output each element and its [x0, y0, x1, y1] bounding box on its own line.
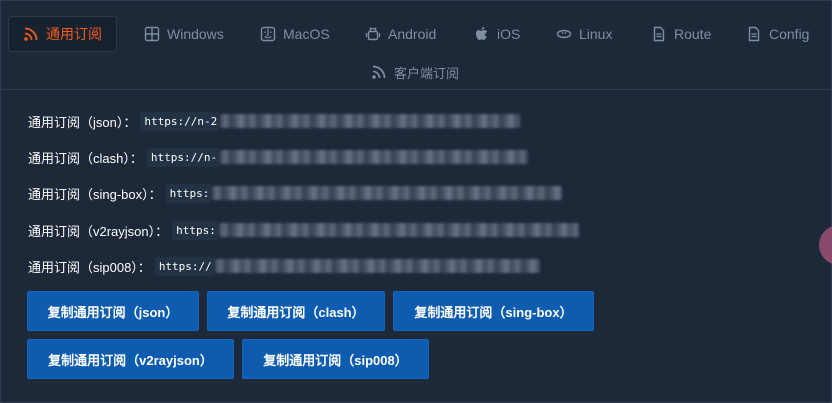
platform-tabs: 通用订阅 Windows MacOS Android iOS Linux Rou… — [1, 1, 832, 90]
subscription-panel: 通用订阅 Windows MacOS Android iOS Linux Rou… — [0, 0, 832, 403]
tab-client-subscription[interactable]: 客户端订阅 — [371, 59, 459, 85]
subscription-url[interactable]: https:// — [154, 256, 214, 276]
tab-config[interactable]: Config — [746, 16, 809, 52]
copy-sip008-button[interactable]: 复制通用订阅（sip008） — [242, 339, 429, 379]
redacted-url — [214, 259, 540, 273]
subscription-label: 通用订阅（sip008）： — [28, 259, 151, 275]
tab-ios[interactable]: iOS — [474, 16, 520, 52]
file-icon — [746, 26, 762, 42]
redacted-url — [212, 186, 563, 200]
copy-v2rayjson-button[interactable]: 复制通用订阅（v2rayjson） — [27, 339, 234, 379]
subscription-label: 通用订阅（json）： — [28, 114, 137, 130]
subscription-url[interactable]: https://n- — [146, 147, 220, 167]
subscription-url[interactable]: https://n-2 — [140, 111, 220, 131]
tab-linux[interactable]: Linux — [556, 16, 612, 52]
windows-icon — [144, 26, 160, 42]
tab-label: 通用订阅 — [46, 26, 102, 42]
tab-label: Android — [388, 26, 437, 42]
subscription-url[interactable]: https: — [172, 220, 218, 240]
redacted-url — [220, 150, 529, 164]
macos-icon — [260, 26, 276, 42]
subscription-row-json: 通用订阅（json）： https://n-2 — [28, 110, 521, 132]
tab-label: iOS — [497, 26, 521, 42]
redacted-url — [220, 114, 521, 128]
linux-icon — [556, 26, 572, 42]
tab-route[interactable]: Route — [651, 16, 711, 52]
subscription-row-v2rayjson: 通用订阅（v2rayjson）： https: — [28, 219, 579, 241]
tab-label: MacOS — [283, 26, 330, 42]
tab-universal[interactable]: 通用订阅 — [8, 16, 117, 52]
file-icon — [651, 26, 667, 42]
tab-label: Config — [769, 26, 810, 42]
floating-widget[interactable] — [819, 225, 832, 265]
apple-icon — [474, 26, 490, 42]
subscription-url[interactable]: https: — [165, 183, 212, 203]
tab-macos[interactable]: MacOS — [260, 16, 330, 52]
tab-windows[interactable]: Windows — [144, 16, 224, 52]
subscription-label: 通用订阅（v2rayjson）： — [28, 223, 169, 239]
tab-android[interactable]: Android — [365, 16, 436, 52]
tab-label: Route — [674, 26, 712, 42]
sub-tab-row: 客户端订阅 — [1, 59, 832, 85]
copy-clash-button[interactable]: 复制通用订阅（clash） — [207, 291, 385, 331]
rss-icon — [23, 26, 39, 42]
redacted-url — [218, 223, 579, 237]
subscription-row-sip008: 通用订阅（sip008）： https:// — [28, 255, 540, 277]
subscription-row-clash: 通用订阅（clash）： https://n- — [28, 146, 529, 168]
tab-label: Windows — [167, 26, 224, 42]
subscription-row-singbox: 通用订阅（sing-box）： https: — [28, 182, 563, 204]
tab-label: Linux — [579, 26, 613, 42]
copy-json-button[interactable]: 复制通用订阅（json） — [27, 291, 199, 331]
subscription-label: 通用订阅（sing-box）： — [28, 186, 162, 202]
subscription-label: 通用订阅（clash）： — [28, 150, 143, 166]
tab-label: 客户端订阅 — [394, 65, 460, 81]
android-icon — [365, 26, 381, 42]
rss-icon — [371, 64, 387, 80]
copy-singbox-button[interactable]: 复制通用订阅（sing-box） — [393, 291, 594, 331]
